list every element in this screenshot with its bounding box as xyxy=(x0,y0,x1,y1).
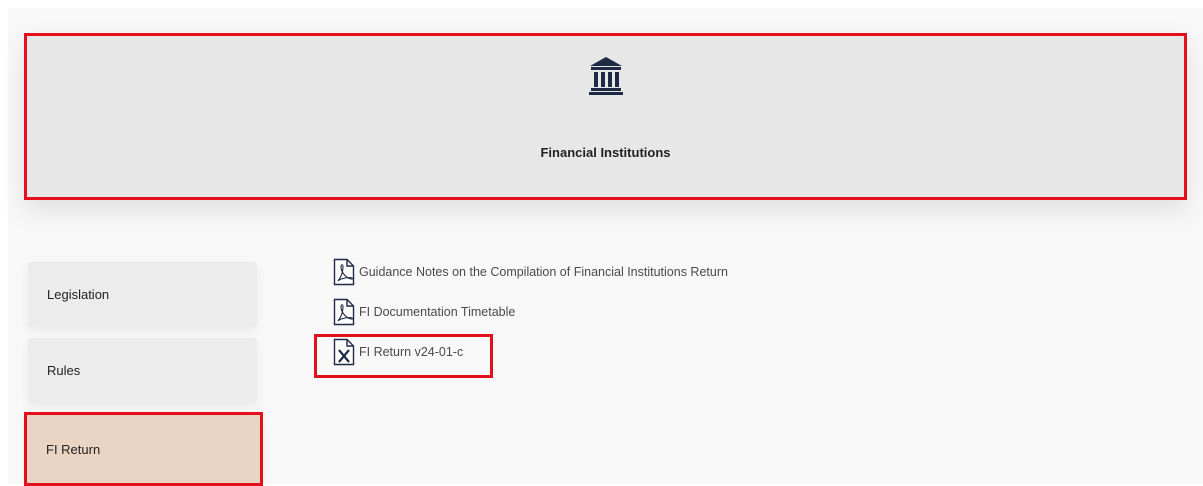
document-link-fi-return[interactable]: FI Return v24-01-c xyxy=(333,338,463,366)
sidebar-item-fi-return[interactable]: FI Return xyxy=(24,412,263,486)
card-title: Financial Institutions xyxy=(540,145,671,160)
pdf-file-icon xyxy=(333,258,355,286)
sidebar-item-label: FI Return xyxy=(46,441,101,457)
sidebar-item-label: Legislation xyxy=(47,287,110,302)
sidebar-item-rules[interactable]: Rules xyxy=(28,338,257,403)
document-link-fi-documentation-timetable[interactable]: FI Documentation Timetable xyxy=(333,298,515,326)
sidebar-item-legislation[interactable]: Legislation xyxy=(28,262,257,327)
document-link-guidance-notes[interactable]: Guidance Notes on the Compilation of Fin… xyxy=(333,258,728,286)
document-link-label: FI Return v24-01-c xyxy=(359,345,464,359)
excel-file-icon xyxy=(333,338,355,366)
financial-institutions-card[interactable]: Financial Institutions xyxy=(24,33,1187,200)
bank-building-icon xyxy=(589,57,623,95)
pdf-file-icon xyxy=(333,298,355,326)
sidebar-item-label: Rules xyxy=(47,363,81,378)
document-link-label: FI Documentation Timetable xyxy=(359,305,516,319)
document-link-label: Guidance Notes on the Compilation of Fin… xyxy=(359,265,728,279)
